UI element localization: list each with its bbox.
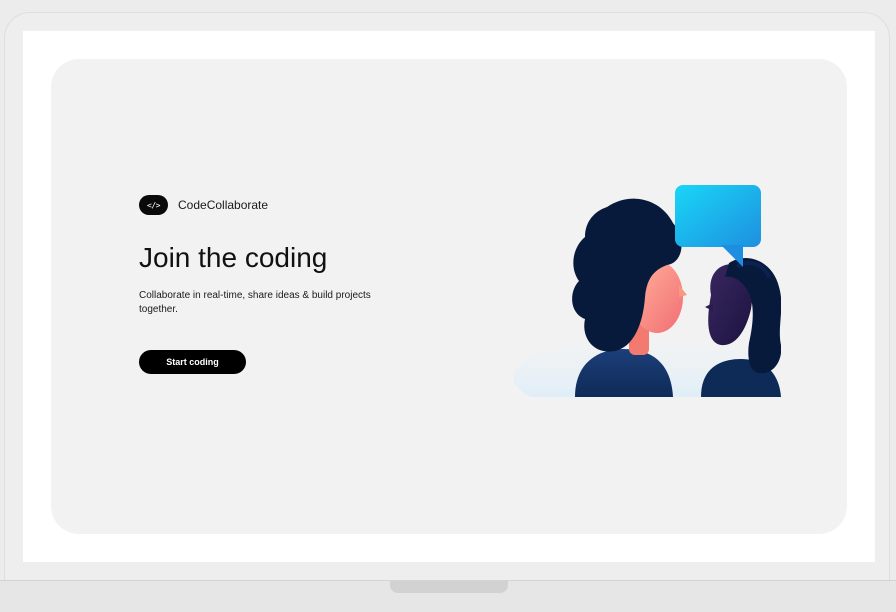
- hero-subtitle: Collaborate in real-time, share ideas & …: [139, 290, 371, 315]
- start-coding-button[interactable]: Start coding: [139, 350, 246, 374]
- large-chat-bubble-icon: [675, 185, 761, 267]
- laptop-screen: </> CodeCollaborate Join the coding Coll…: [23, 31, 875, 562]
- right-person-figure: [701, 258, 781, 397]
- page-title: Join the coding: [139, 242, 328, 273]
- hero-card: </> CodeCollaborate Join the coding Coll…: [51, 59, 847, 534]
- brand: </> CodeCollaborate: [139, 195, 268, 215]
- two-people-chatting-illustration: [513, 185, 781, 397]
- code-brackets-icon: </>: [139, 195, 168, 215]
- brand-name: CodeCollaborate: [178, 198, 269, 212]
- laptop-frame: </> CodeCollaborate Join the coding Coll…: [0, 0, 896, 612]
- laptop-base: [0, 580, 896, 612]
- laptop-notch: [390, 581, 508, 593]
